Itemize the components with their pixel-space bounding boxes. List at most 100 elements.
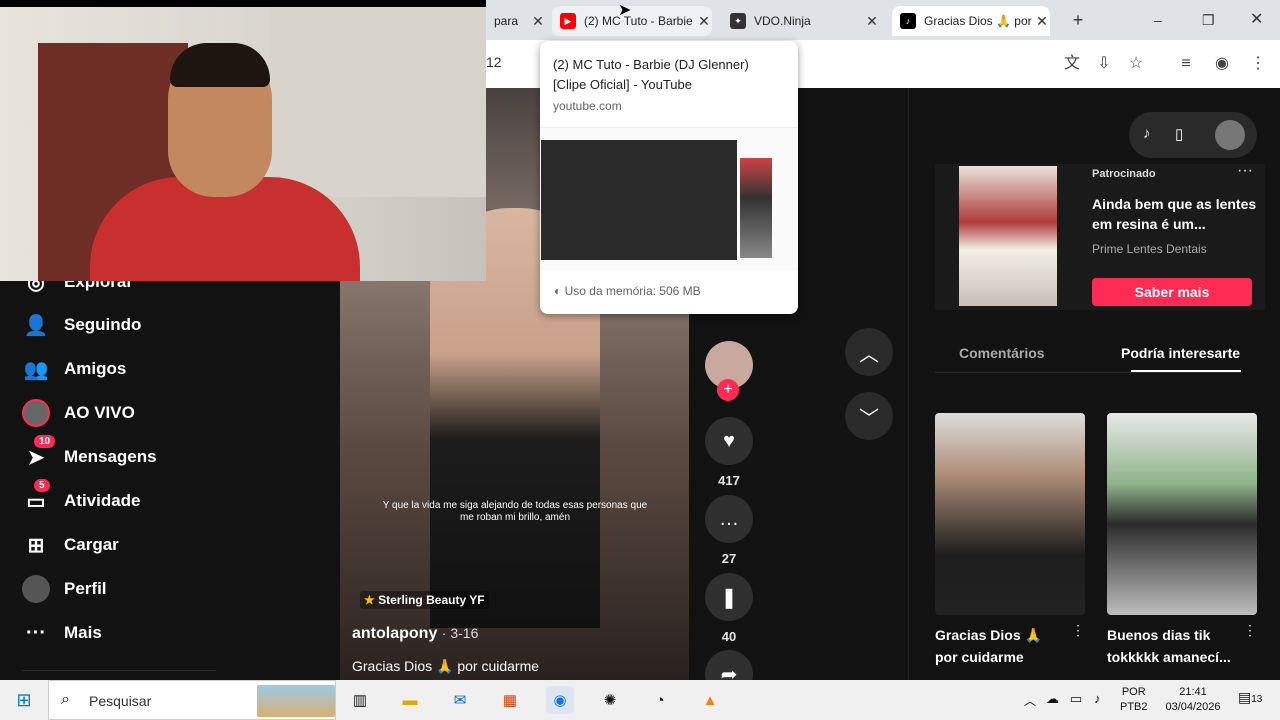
chrome-icon[interactable]: ◉	[546, 686, 574, 714]
hover-card-title: (2) MC Tuto - Barbie (DJ Glenner) [Clipe…	[553, 57, 749, 92]
upload-icon: ⊞	[27, 534, 45, 557]
recommendation-thumbnail[interactable]	[935, 413, 1085, 615]
network-icon[interactable]: ▭	[1070, 691, 1082, 707]
close-window-button[interactable]: ✕	[1250, 8, 1270, 32]
recommendation-more-icon[interactable]: ⋮	[1071, 622, 1085, 639]
sidebar-item-perfil[interactable]: Perfil	[22, 571, 107, 607]
hover-card-preview	[540, 127, 798, 271]
sticker-label[interactable]: ★ Sterling Beauty YF	[360, 591, 489, 609]
minimize-button[interactable]: –	[1154, 8, 1174, 32]
file-explorer-icon[interactable]: ▬	[396, 686, 424, 714]
recommendation-title[interactable]: Gracias Dios 🙏 por cuidarme	[935, 624, 1065, 668]
tab-youtube[interactable]: ▶ (2) MC Tuto - Barbie (DJ Glenner) [Cli…	[552, 6, 712, 36]
obs-icon[interactable]: ◔	[646, 686, 674, 714]
user-avatar[interactable]	[1215, 120, 1245, 150]
taskbar-search-box[interactable]: ⌕ Pesquisar	[48, 680, 336, 720]
tab-tiktok[interactable]: ♪ Gracias Dios 🙏 por cuidarme ✕	[892, 6, 1050, 36]
tab-close-icon[interactable]: ✕	[1034, 13, 1050, 30]
sidebar-item-amigos[interactable]: 👥 Amigos	[22, 351, 127, 387]
right-panel: ♪ ▯ Patrocinado ··· Ainda bem que as len…	[908, 88, 1280, 680]
share-icon[interactable]: ➦	[705, 650, 753, 680]
sidebar-item-seguindo[interactable]: 👤 Seguindo	[22, 307, 142, 343]
chatgpt-icon[interactable]: ✺	[596, 686, 624, 714]
tab-close-icon[interactable]: ✕	[864, 13, 880, 30]
onedrive-icon[interactable]: ☁	[1046, 691, 1059, 707]
task-view-icon[interactable]: ▥	[346, 686, 374, 714]
install-app-icon[interactable]: ⇩	[1092, 52, 1116, 76]
notification-count: 13	[1251, 694, 1263, 705]
tab-para[interactable]: para ✕	[486, 6, 546, 36]
next-video-button[interactable]: ﹀	[845, 392, 893, 440]
activity-badge: 5	[34, 479, 50, 492]
save-action[interactable]: ❚ 40	[705, 573, 753, 644]
webcam-overlay	[0, 7, 486, 281]
messages-badge: 10	[34, 435, 56, 448]
comment-count: 27	[721, 551, 737, 566]
windows-start-icon[interactable]: ⊞	[10, 686, 38, 714]
tab-vdo-ninja[interactable]: ✦ VDO.Ninja ✕	[722, 6, 880, 36]
tray-chevron-icon[interactable]: ︿	[1024, 692, 1036, 709]
like-action[interactable]: ♥ 417	[705, 417, 753, 488]
translate-icon[interactable]: 文	[1060, 52, 1084, 76]
memory-icon: ◐	[554, 284, 565, 298]
maximize-button[interactable]: ❐	[1202, 8, 1222, 32]
sponsored-ad[interactable]: Patrocinado ··· Ainda bem que as lentes …	[935, 162, 1265, 310]
messages-icon: ➤ 10	[22, 435, 56, 471]
recommendation-more-icon[interactable]: ⋮	[1243, 622, 1257, 639]
comment-action[interactable]: … 27	[705, 495, 753, 566]
share-action[interactable]: ➦	[705, 650, 753, 680]
search-input[interactable]: Pesquisar	[89, 693, 151, 709]
notification-icon[interactable]: ▤13	[1238, 689, 1262, 706]
sidebar-item-ao-vivo[interactable]: AO VIVO	[22, 395, 135, 431]
like-count: 417	[718, 473, 740, 488]
ad-title: Ainda bem que as lentes em resina é um..…	[1092, 196, 1257, 232]
sidebar-divider	[22, 670, 216, 671]
profile-avatar-icon	[22, 575, 50, 603]
tiktok-mode-icon[interactable]: ♪	[1143, 125, 1151, 142]
tab-close-icon[interactable]: ✕	[696, 13, 712, 30]
memory-usage: ◐ Uso da memória: 506 MB	[554, 284, 701, 298]
heart-icon[interactable]: ♥	[705, 417, 753, 465]
tab-close-icon[interactable]: ✕	[530, 13, 546, 30]
tab-podria-interesarte[interactable]: Podría interesarte	[1121, 345, 1251, 361]
windows-taskbar: ⊞ ⌕ Pesquisar ▥ ▬ ✉ ▦ ◉ ✺ ◔ ▲ ︿ ☁ ▭ ♪ PO…	[0, 680, 1280, 720]
sidebar-item-atividade[interactable]: ▭ 5 Atividade	[22, 479, 141, 519]
bookmark-star-icon[interactable]: ☆	[1124, 52, 1148, 76]
volume-icon[interactable]: ♪	[1094, 691, 1101, 706]
search-highlight-image	[257, 685, 335, 717]
search-icon: ⌕	[61, 691, 70, 708]
ad-more-icon[interactable]: ···	[1237, 162, 1253, 180]
fl-studio-icon[interactable]: ▲	[696, 686, 724, 714]
more-icon: ···	[26, 621, 46, 644]
recommendation-thumbnail[interactable]	[1107, 413, 1257, 615]
recommendation-title[interactable]: Buenos dias tik tokkkkk amanecí...	[1107, 624, 1247, 668]
profile-icon[interactable]: ◉	[1210, 52, 1234, 76]
friends-icon: 👥	[23, 358, 49, 381]
save-count: 40	[721, 629, 737, 644]
sidebar-item-mensagens[interactable]: ➤ 10 Mensagens	[22, 435, 157, 475]
new-tab-button[interactable]: +	[1066, 8, 1090, 32]
clock[interactable]: 21:41 03/04/2026	[1158, 685, 1228, 715]
tab-divider	[935, 372, 1241, 373]
language-indicator[interactable]: POR PTB2	[1120, 685, 1148, 715]
sidebar-item-mais[interactable]: ··· Mais	[22, 615, 102, 651]
previous-video-button[interactable]: ︿	[845, 328, 893, 376]
video-author[interactable]: antolapony · 3-16	[352, 625, 478, 643]
preview-sidebar	[740, 158, 772, 258]
bookmark-icon[interactable]: ❚	[705, 573, 753, 621]
address-bar[interactable]: 12	[486, 54, 502, 70]
video-description: Gracias Dios 🙏 por cuidarme	[352, 658, 540, 674]
outlook-icon[interactable]: ✉	[446, 686, 474, 714]
sidebar-item-cargar[interactable]: ⊞ Cargar	[22, 527, 119, 563]
follow-plus-button[interactable]: +	[717, 379, 739, 401]
ad-cta-button[interactable]: Saber mais	[1092, 278, 1252, 306]
microsoft-store-icon[interactable]: ▦	[496, 686, 524, 714]
mobile-icon[interactable]: ▯	[1175, 125, 1183, 143]
media-control-icon[interactable]: ≡	[1174, 52, 1198, 76]
tab-hover-card: (2) MC Tuto - Barbie (DJ Glenner) [Clipe…	[540, 41, 798, 314]
menu-kebab-icon[interactable]: ⋮	[1246, 52, 1270, 76]
tab-comentarios[interactable]: Comentários	[959, 345, 1045, 361]
chevron-down-icon: ﹀	[859, 407, 879, 430]
panel-toolbar: ♪ ▯	[1129, 112, 1257, 158]
comment-icon[interactable]: …	[705, 495, 753, 543]
